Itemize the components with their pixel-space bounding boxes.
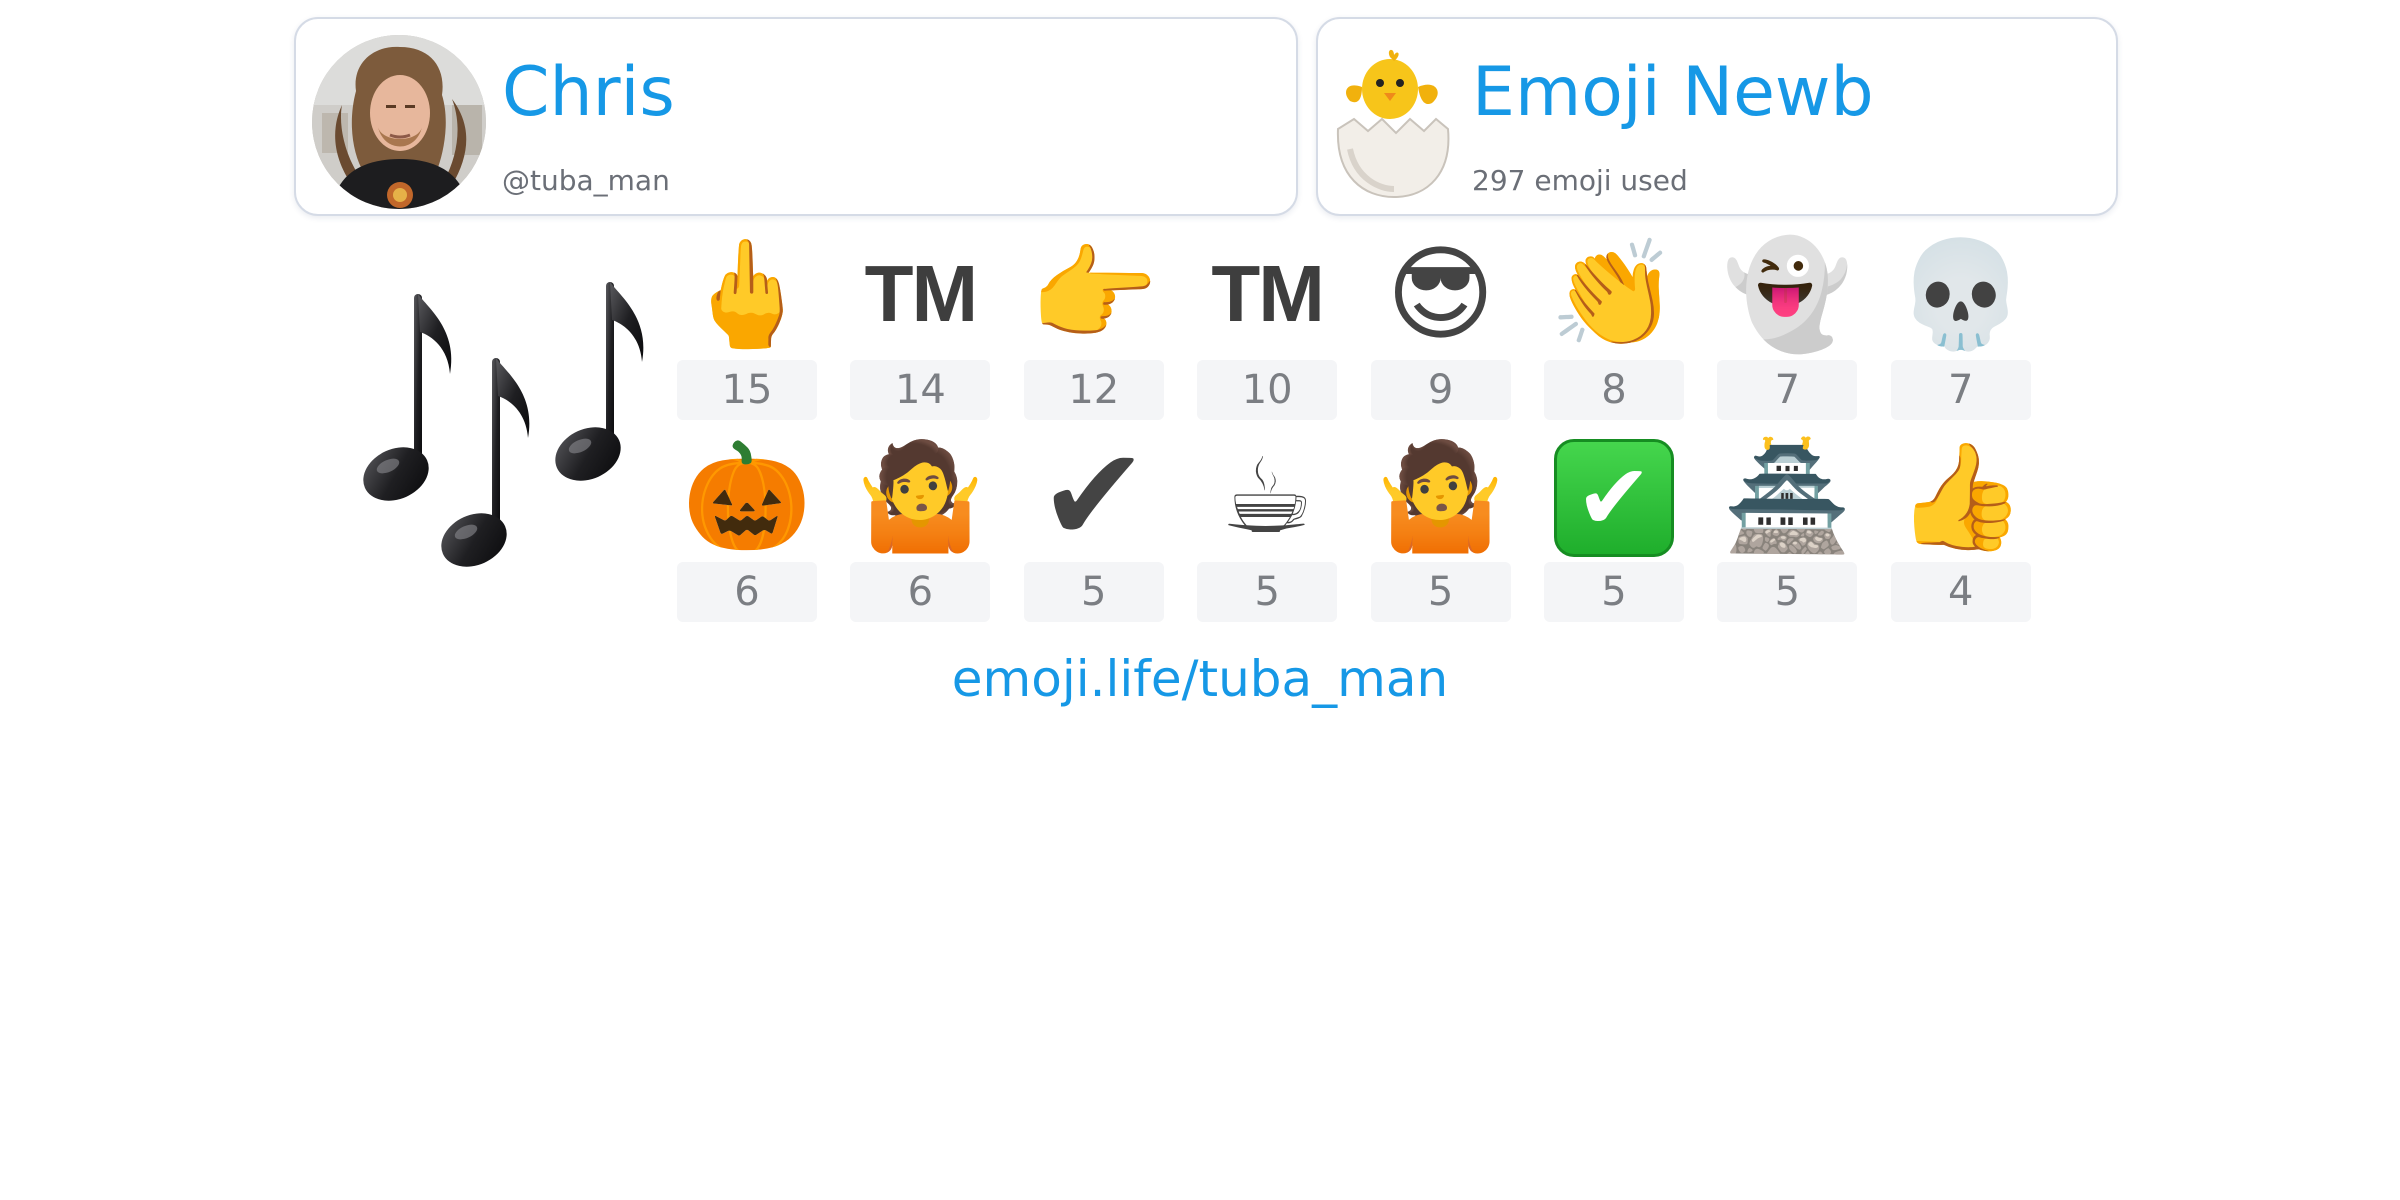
trademark-icon: TM: [864, 248, 979, 338]
emoji-count-item[interactable]: 🤷 5: [1370, 433, 1511, 622]
emoji-count: 12: [1023, 360, 1164, 420]
emoji-count: 7: [1890, 360, 2031, 420]
emoji-count: 15: [677, 360, 817, 420]
rank-card: Emoji Newb 297 emoji used: [1316, 17, 2118, 216]
emoji-count: 7: [1717, 360, 1858, 420]
user-photo-icon: [312, 35, 486, 209]
emoji-count-item[interactable]: 🎃 6: [677, 433, 817, 622]
ghost-icon: 👻: [1722, 232, 1853, 355]
emoji-count-item[interactable]: 🖕 15: [677, 231, 817, 420]
hatching-chick-icon: [1332, 39, 1456, 199]
musical-notes-icon: [362, 278, 680, 588]
emoji-count-item[interactable]: TM 14: [850, 231, 991, 420]
emoji-count-item[interactable]: 🤷 6: [850, 433, 991, 622]
thumbs-up-icon: 👍: [1895, 434, 2026, 557]
man-shrugging-icon: 🤷: [855, 434, 986, 557]
japanese-castle-icon: 🏯: [1722, 434, 1853, 557]
middle-finger-icon: 🖕: [682, 232, 812, 355]
emoji-count-item[interactable]: TM 10: [1197, 231, 1338, 420]
rank-title: Emoji Newb: [1472, 53, 1874, 132]
emoji-count-item[interactable]: ✔ 5: [1023, 418, 1164, 622]
emoji-count: 5: [1370, 562, 1511, 622]
profile-card: Chris @tuba_man: [294, 17, 1298, 216]
check-mark-icon: ✔: [1038, 418, 1150, 573]
pointing-right-icon: 👉: [1029, 232, 1159, 355]
emoji-used-count: 297 emoji used: [1472, 164, 1688, 197]
check-mark-button-icon: ✔: [1553, 439, 1674, 557]
emoji-count-item[interactable]: 👏 8: [1543, 231, 1684, 420]
emoji-count-grid: 🖕 15 TM 14 👉 12 TM 10 😎 9 👏 8 👻 7 💀 7 🎃 …: [677, 231, 2037, 622]
emoji-count: 9: [1370, 360, 1511, 420]
emoji-count: 6: [850, 562, 991, 622]
emoji-count-item[interactable]: 💀 7: [1890, 231, 2031, 420]
jack-o-lantern-icon: 🎃: [682, 434, 812, 557]
profile-handle: @tuba_man: [502, 164, 670, 197]
emoji-count: 5: [1197, 562, 1338, 622]
profile-name: Chris: [502, 53, 675, 132]
trademark-icon: TM: [1211, 248, 1325, 338]
emoji-count-item[interactable]: ☕ 5: [1197, 433, 1338, 622]
smiling-face-with-sunglasses-icon: 😎: [1386, 232, 1495, 355]
emoji-count: 14: [850, 360, 991, 420]
hot-beverage-icon: ☕: [1220, 434, 1314, 557]
emoji-count-item[interactable]: ✔ 5: [1543, 433, 1684, 622]
emoji-count-item[interactable]: 👻 7: [1717, 231, 1858, 420]
emoji-count: 5: [1717, 562, 1858, 622]
woman-shrugging-icon: 🤷: [1375, 434, 1506, 557]
emoji-count: 6: [677, 562, 817, 622]
emoji-count-item[interactable]: 🏯 5: [1717, 433, 1858, 622]
emoji-count: 4: [1890, 562, 2031, 622]
emoji-count-item[interactable]: 👉 12: [1023, 231, 1164, 420]
emoji-count-item[interactable]: 😎 9: [1370, 231, 1511, 420]
clapping-hands-icon: 👏: [1549, 232, 1679, 355]
avatar[interactable]: [312, 35, 486, 209]
skull-icon: 💀: [1895, 232, 2026, 355]
emoji-count: 5: [1543, 562, 1684, 622]
profile-link[interactable]: emoji.life/tuba_man: [0, 650, 2400, 708]
emoji-count-item[interactable]: 👍 4: [1890, 433, 2031, 622]
emoji-count: 10: [1197, 360, 1338, 420]
emoji-count: 5: [1023, 562, 1164, 622]
emoji-count: 8: [1543, 360, 1684, 420]
